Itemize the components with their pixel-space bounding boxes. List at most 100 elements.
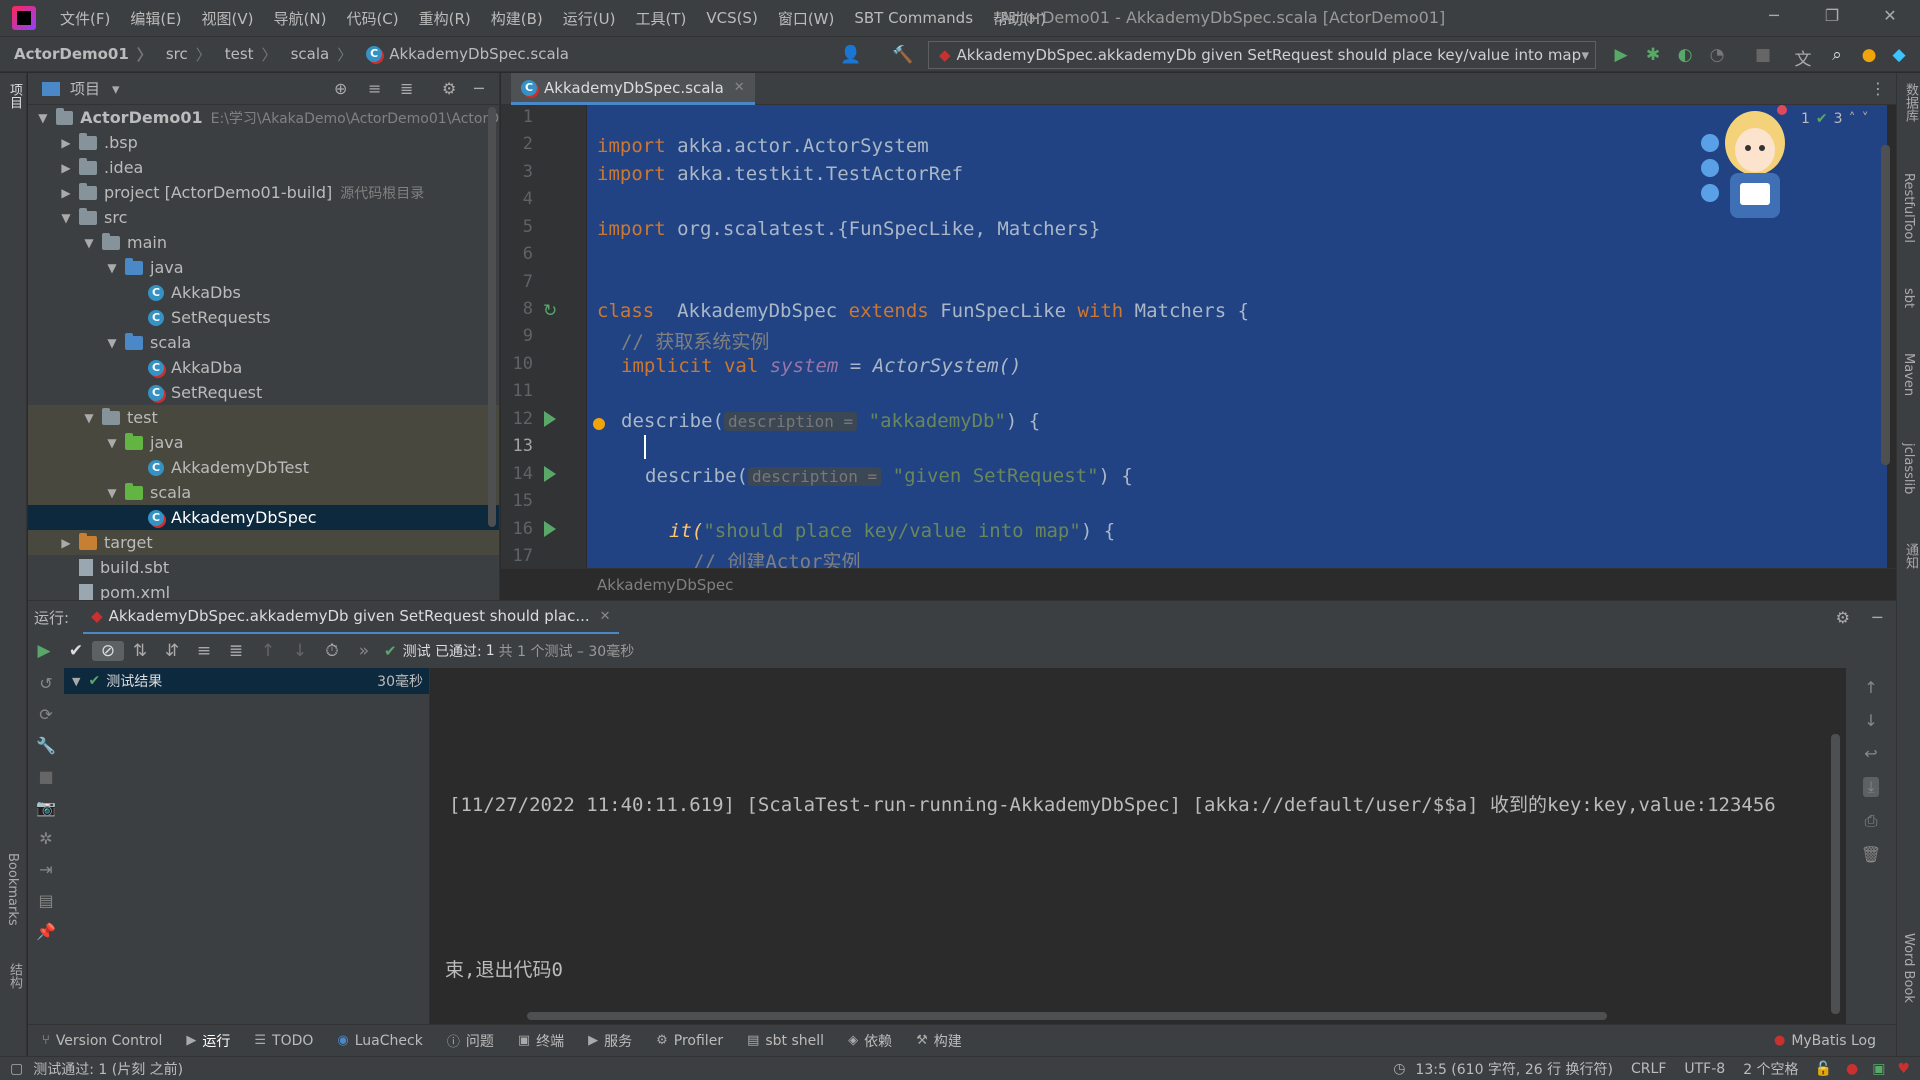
user-icon[interactable]: 👤 [840, 45, 862, 65]
wordbook-tool-button[interactable]: Word Book [1901, 933, 1916, 1003]
menu-refactor[interactable]: 重构(R) [419, 8, 471, 29]
wrench-icon[interactable]: 🔧 [36, 736, 56, 755]
menu-sbt-commands[interactable]: SBT Commands [854, 9, 973, 27]
inspection-widget[interactable]: 1 ✔ 3 ˄ ˅ [1801, 111, 1869, 127]
chevron-right-icon[interactable]: ▶ [59, 536, 73, 550]
gear-icon[interactable]: ⚙ [1836, 608, 1850, 627]
status-caret-position[interactable]: 13:5 (610 字符, 26 行 换行符) [1415, 1059, 1613, 1079]
stop-icon[interactable]: ■ [38, 767, 53, 786]
plugin-icon[interactable]: ▣ [1872, 1061, 1885, 1077]
search-icon[interactable]: ⌕ [1826, 45, 1848, 65]
notifications-tool-button[interactable]: 通知 [1901, 543, 1920, 569]
sbt-tool-button[interactable]: sbt [1901, 288, 1916, 308]
tree-item[interactable]: ▼ test [28, 405, 499, 430]
status-indent[interactable]: 2 个空格 [1743, 1059, 1798, 1079]
camera-icon[interactable]: 📷 [36, 798, 56, 817]
tool-todo[interactable]: ☰ TODO [254, 1033, 313, 1049]
tool-sbt-shell[interactable]: ▤ sbt shell [747, 1033, 824, 1049]
tool-luacheck[interactable]: ◉ LuaCheck [337, 1033, 422, 1049]
coverage-icon[interactable]: ◐ [1674, 45, 1696, 65]
soft-wrap-icon[interactable]: ↩ [1864, 744, 1877, 763]
intention-bulb-icon[interactable] [593, 418, 605, 430]
restfultool-tool-button[interactable]: RestfulTool [1901, 173, 1916, 243]
menu-tools[interactable]: 工具(T) [635, 8, 686, 29]
chevron-up-icon[interactable]: ˄ [1849, 111, 1856, 127]
tree-item[interactable]: C AkkademyDbSpec [28, 505, 499, 530]
chevron-down-icon[interactable]: ▼ [105, 336, 119, 350]
chevron-down-icon[interactable]: ▼ [105, 436, 119, 450]
tool-mybatis-log[interactable]: ● MyBatis Log [1774, 1033, 1876, 1049]
show-ignored-icon[interactable]: ⊘ [92, 641, 124, 661]
tree-item[interactable]: ▶ .bsp [28, 130, 499, 155]
chevron-down-icon[interactable]: ˅ [1862, 111, 1869, 127]
tree-item[interactable]: build.sbt [28, 555, 499, 580]
status-line-separator[interactable]: CRLF [1631, 1061, 1666, 1077]
menu-run[interactable]: 运行(U) [563, 8, 616, 29]
tool-profiler[interactable]: ⚙ Profiler [656, 1033, 723, 1049]
translate-icon[interactable]: 文 [1792, 45, 1814, 70]
tree-item[interactable]: ▼ scala [28, 480, 499, 505]
sort-duration-icon[interactable]: ⇵ [156, 641, 188, 661]
chevron-right-icon[interactable]: ▶ [59, 186, 73, 200]
tree-item[interactable]: ▼ scala [28, 330, 499, 355]
run-icon[interactable]: ▶ [1610, 45, 1632, 65]
scroll-up-icon[interactable]: ↑ [1864, 678, 1877, 697]
rerun-failed-icon[interactable]: ↺ [39, 674, 52, 693]
tree-item[interactable]: ▼ src [28, 205, 499, 230]
tree-item[interactable]: ▶ .idea [28, 155, 499, 180]
project-tool-button[interactable]: 项目 [5, 83, 24, 109]
status-test-result[interactable]: 测试通过: 1 (片刻 之前) [33, 1059, 183, 1079]
tool-problems[interactable]: ⓘ 问题 [447, 1031, 494, 1051]
chevron-right-icon[interactable]: ▶ [59, 161, 73, 175]
tree-item[interactable]: C SetRequests [28, 305, 499, 330]
structure-tool-button[interactable]: 结构 [5, 963, 24, 989]
menu-navigate[interactable]: 导航(N) [274, 8, 327, 29]
chevron-down-icon[interactable]: ▼ [72, 675, 80, 688]
jclasslib-tool-button[interactable]: jclasslib [1901, 443, 1916, 494]
run-tab[interactable]: ◆ AkkademyDbSpec.akkademyDb given SetReq… [83, 601, 619, 635]
console-vertical-scrollbar[interactable] [1831, 734, 1840, 1014]
tree-item[interactable]: ▼ ActorDemo01 E:\学习\AkakaDemo\ActorDemo01\… [28, 105, 499, 130]
exit-icon[interactable]: ⇥ [39, 860, 52, 879]
tree-item[interactable]: ▶ project [ActorDemo01-build] 源代码根目录 [28, 180, 499, 205]
build-hammer-icon[interactable]: 🔨 [892, 45, 914, 65]
tree-item[interactable]: C AkkaDba [28, 355, 499, 380]
lock-icon[interactable]: 🔓 [1815, 1061, 1832, 1077]
tree-item[interactable]: C SetRequest [28, 380, 499, 405]
next-failed-icon[interactable]: ↓ [284, 641, 316, 661]
update-icon[interactable]: ● [1858, 45, 1880, 65]
run-gutter-icon[interactable] [544, 521, 556, 537]
chevron-down-icon[interactable]: ▼ [82, 236, 96, 250]
menu-build[interactable]: 构建(B) [491, 8, 543, 29]
tool-dependencies[interactable]: ◈ 依赖 [848, 1031, 892, 1051]
error-icon[interactable]: ● [1846, 1061, 1858, 1077]
pin-icon[interactable]: 📌 [36, 922, 56, 941]
close-window-button[interactable]: ✕ [1876, 6, 1904, 30]
test-results-row[interactable]: ▼ ✔ 测试结果 30毫秒 [64, 668, 429, 694]
breadcrumb-src[interactable]: src 〉 [166, 44, 211, 65]
tool-terminal[interactable]: ▣ 终端 [518, 1031, 564, 1051]
run-test-class-icon[interactable]: ↻ [543, 301, 557, 321]
console-horizontal-scrollbar[interactable] [527, 1012, 1607, 1020]
chevron-down-icon[interactable]: ▼ [59, 211, 73, 225]
print-icon[interactable]: ⎙ [1865, 811, 1878, 831]
chevron-down-icon[interactable]: ▼ [105, 261, 119, 275]
notification-icon[interactable]: ♥ [1897, 1061, 1910, 1077]
breadcrumb-scala[interactable]: scala 〉 [291, 44, 353, 65]
scroll-to-end-icon[interactable]: ⤓ [1863, 777, 1879, 797]
editor-tab[interactable]: C AkkademyDbSpec.scala ✕ [511, 73, 755, 105]
run-gutter-icon[interactable] [544, 466, 556, 482]
tool-run[interactable]: ▶ 运行 [186, 1031, 230, 1051]
run-configuration-select[interactable]: ◆ AkkademyDbSpec.akkademyDb given SetReq… [928, 41, 1596, 69]
menu-window[interactable]: 窗口(W) [778, 8, 835, 29]
tool-services[interactable]: ▶ 服务 [588, 1031, 632, 1051]
collapse-all-icon[interactable]: ≣ [400, 79, 413, 98]
menu-code[interactable]: 代码(C) [346, 8, 398, 29]
rerun-icon[interactable]: ▶ [28, 641, 60, 661]
menu-file[interactable]: 文件(F) [60, 8, 110, 29]
run-gutter-icon[interactable] [544, 411, 556, 427]
status-encoding[interactable]: UTF-8 [1684, 1061, 1725, 1077]
tree-item[interactable]: ▼ java [28, 430, 499, 455]
chevron-down-icon[interactable]: ▾ [112, 80, 120, 98]
settings-icon[interactable]: ✲ [39, 829, 52, 848]
